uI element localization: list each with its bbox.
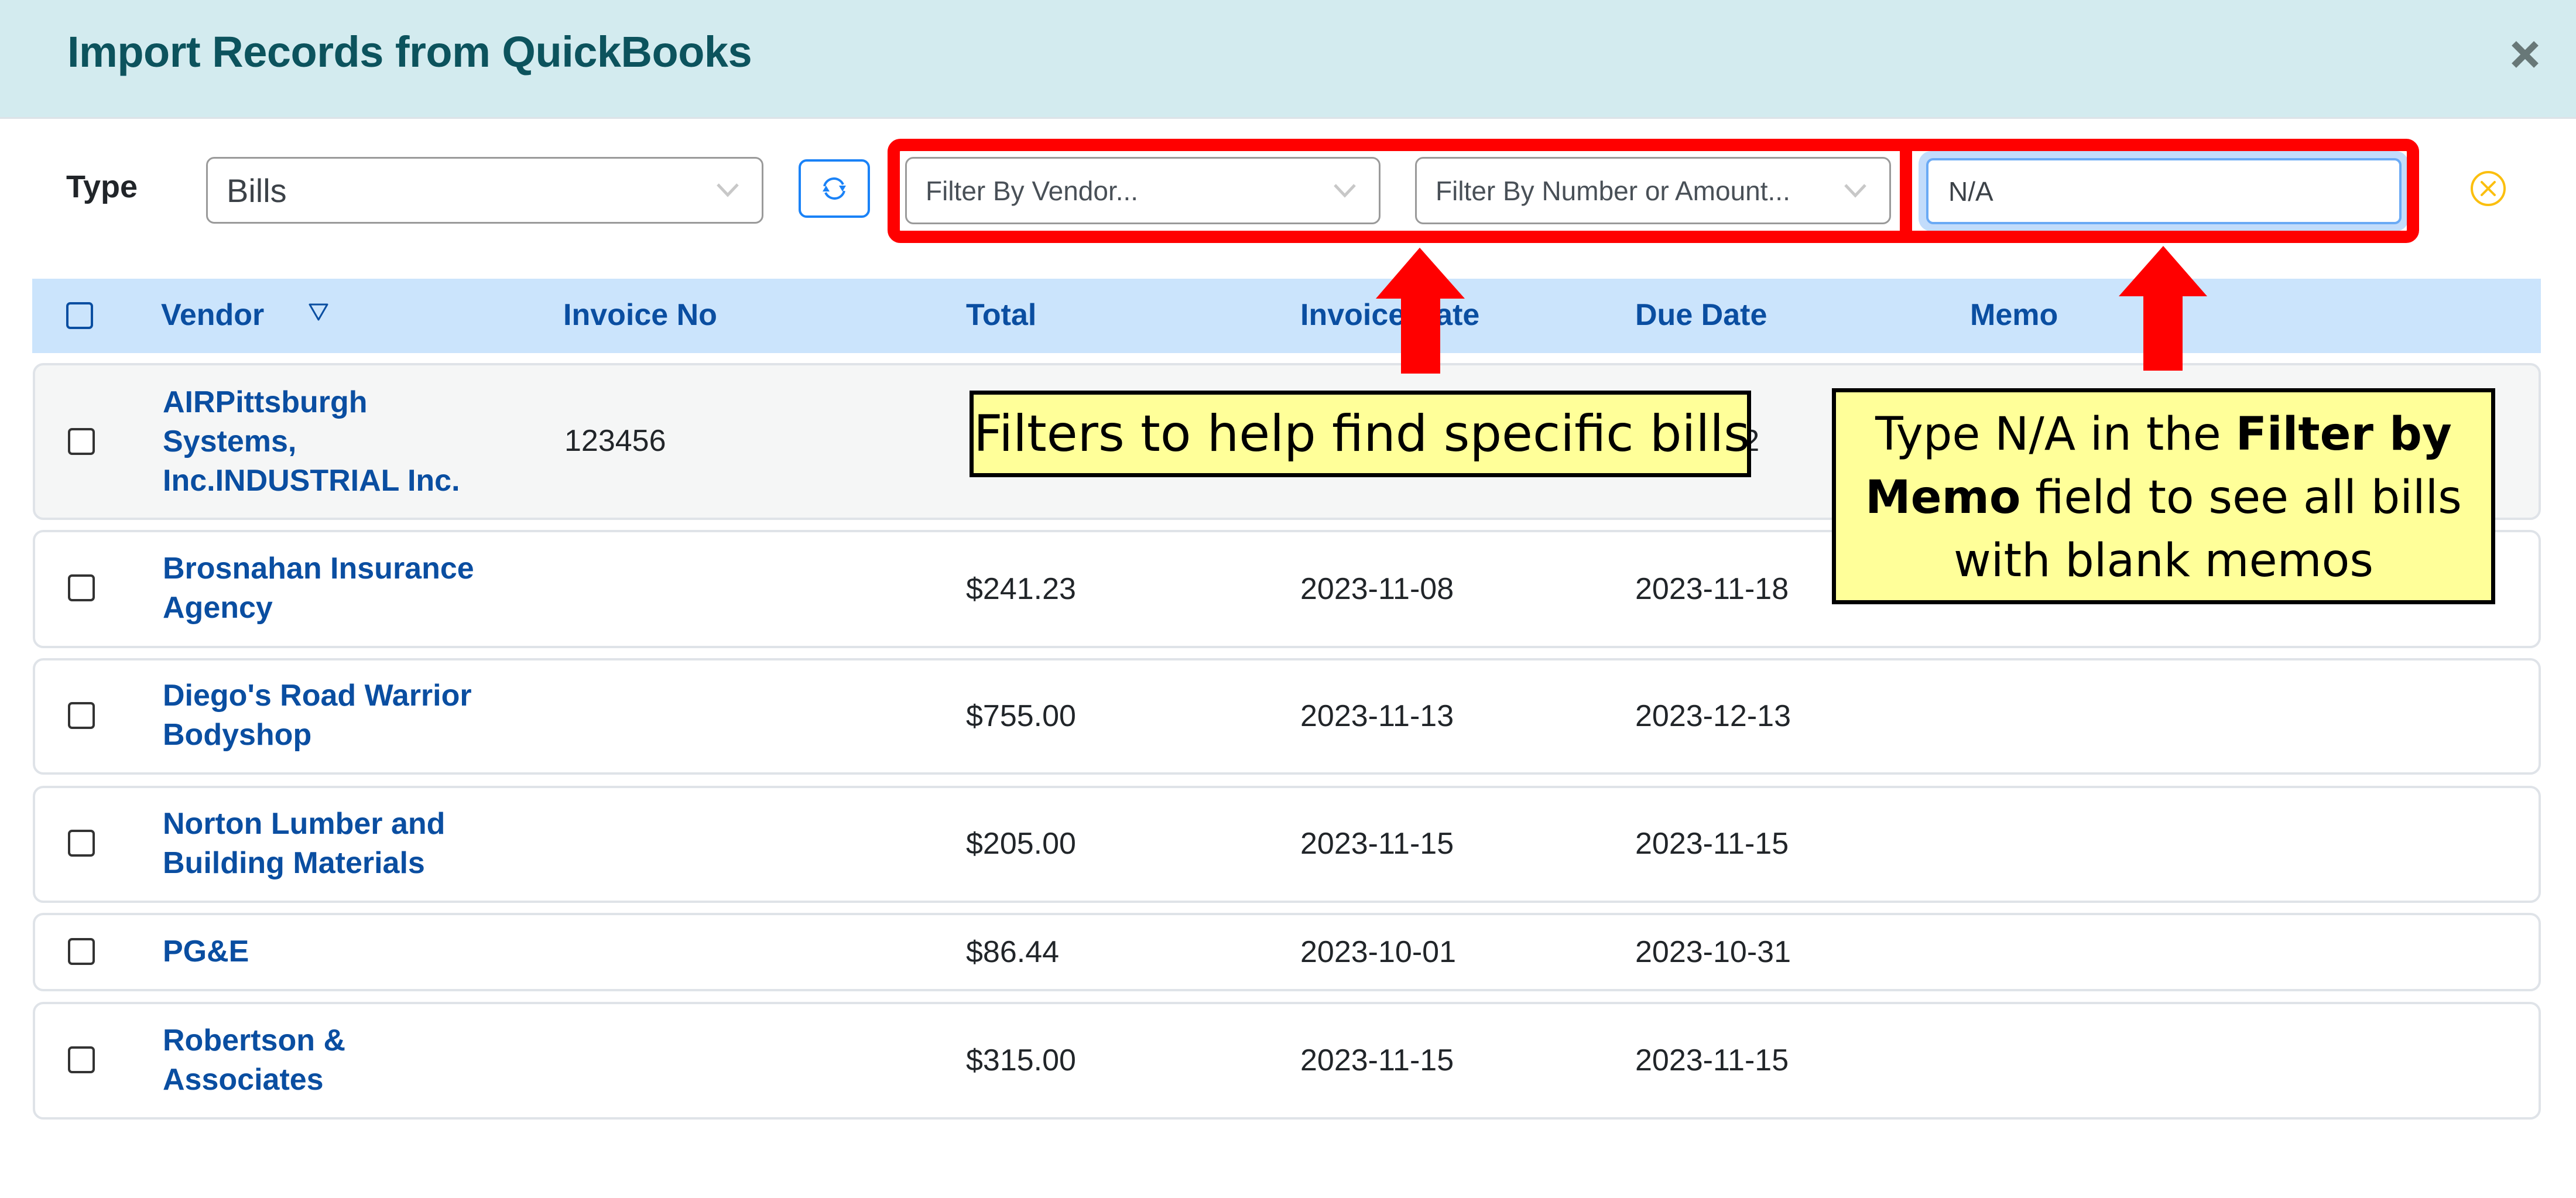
total-cell: $755.00 <box>966 699 1076 733</box>
refresh-button[interactable] <box>799 159 870 218</box>
select-all-checkbox[interactable] <box>66 302 93 329</box>
vendor-link[interactable]: Brosnahan Insurance Agency <box>163 549 537 628</box>
vendor-link[interactable]: Robertson & Associates <box>163 1021 537 1100</box>
invoice-date-cell: 2023-11-15 <box>1300 827 1454 861</box>
vendor-line: Building Materials <box>163 846 425 880</box>
row-checkbox[interactable] <box>68 574 95 601</box>
vendor-line: PG&E <box>163 935 249 968</box>
dialog-title: Import Records from QuickBooks <box>67 28 752 76</box>
vendor-line: Norton Lumber and <box>163 807 446 841</box>
column-header-vendor[interactable]: Vendor <box>161 297 264 333</box>
vendor-line: Inc.INDUSTRIAL Inc. <box>163 464 460 498</box>
total-cell: $205.00 <box>966 827 1076 861</box>
clear-circle-x-icon <box>2471 171 2506 206</box>
invoice-date-cell: 2023-11-15 <box>1300 1043 1454 1077</box>
annotation-arrow-up-icon <box>2119 246 2207 371</box>
vendor-line: Diego's Road Warrior <box>163 679 472 713</box>
due-date-cell: 2023-11-15 <box>1635 1043 1789 1077</box>
due-date-cell: 2023-11-15 <box>1635 827 1789 861</box>
vendor-line: Associates <box>163 1063 324 1097</box>
vendor-link[interactable]: Diego's Road Warrior Bodyshop <box>163 676 537 755</box>
total-cell: $315.00 <box>966 1043 1076 1077</box>
column-header-invoice-no[interactable]: Invoice No <box>563 297 717 333</box>
filters-highlight-divider <box>1900 139 1912 243</box>
invoice-no-cell: 123456 <box>564 424 666 458</box>
vendor-link[interactable]: PG&E <box>163 932 537 971</box>
due-date-cell: 2023-11-18 <box>1635 572 1789 606</box>
clear-filters-button[interactable] <box>2469 169 2508 208</box>
row-checkbox[interactable] <box>68 938 95 965</box>
column-header-memo[interactable]: Memo <box>1970 297 2058 333</box>
row-checkbox[interactable] <box>68 702 95 729</box>
filters-annotation-note: Filters to help find specific bills <box>970 391 1751 477</box>
due-date-cell: 2023-12-13 <box>1635 699 1791 733</box>
invoice-date-cell: 2023-11-08 <box>1300 572 1454 606</box>
row-checkbox[interactable] <box>68 1046 95 1073</box>
vendor-line: AIRPittsburgh <box>163 385 368 419</box>
memo-note-text: Type N/A in the <box>1875 408 2236 461</box>
close-x-icon <box>2512 41 2539 68</box>
invoice-date-cell: 2023-11-13 <box>1300 699 1454 733</box>
vendor-link[interactable]: AIRPittsburgh Systems, Inc.INDUSTRIAL In… <box>163 383 537 501</box>
vendor-line: Bodyshop <box>163 718 312 752</box>
column-header-due-date[interactable]: Due Date <box>1635 297 1767 333</box>
column-header-total[interactable]: Total <box>966 297 1036 333</box>
type-select-value: Bills <box>227 172 287 209</box>
annotation-arrow-up-icon <box>1376 248 1465 374</box>
filters-highlight-frame <box>888 139 2419 243</box>
type-select[interactable]: Bills <box>206 157 763 224</box>
invoice-date-cell: 2023-10-01 <box>1300 935 1456 969</box>
due-date-cell: 2023-10-31 <box>1635 935 1791 969</box>
total-cell: $86.44 <box>966 935 1060 969</box>
close-button[interactable] <box>2506 35 2544 74</box>
vendor-line: Systems, <box>163 425 297 458</box>
row-checkbox[interactable] <box>68 428 95 455</box>
memo-note-text: field to see all bills with blank memos <box>1954 471 2462 587</box>
vendor-line: Agency <box>163 591 273 625</box>
vendor-line: Brosnahan Insurance <box>163 552 474 586</box>
chevron-down-icon <box>717 183 739 197</box>
memo-annotation-note: Type N/A in the Filter by Memo field to … <box>1832 388 2495 604</box>
type-label: Type <box>66 169 138 204</box>
total-cell: $241.23 <box>966 572 1076 606</box>
vendor-line: Robertson & <box>163 1024 345 1057</box>
row-checkbox[interactable] <box>68 830 95 857</box>
sort-triangle-down-icon[interactable] <box>307 301 330 323</box>
refresh-icon <box>823 177 846 200</box>
vendor-link[interactable]: Norton Lumber and Building Materials <box>163 805 537 883</box>
